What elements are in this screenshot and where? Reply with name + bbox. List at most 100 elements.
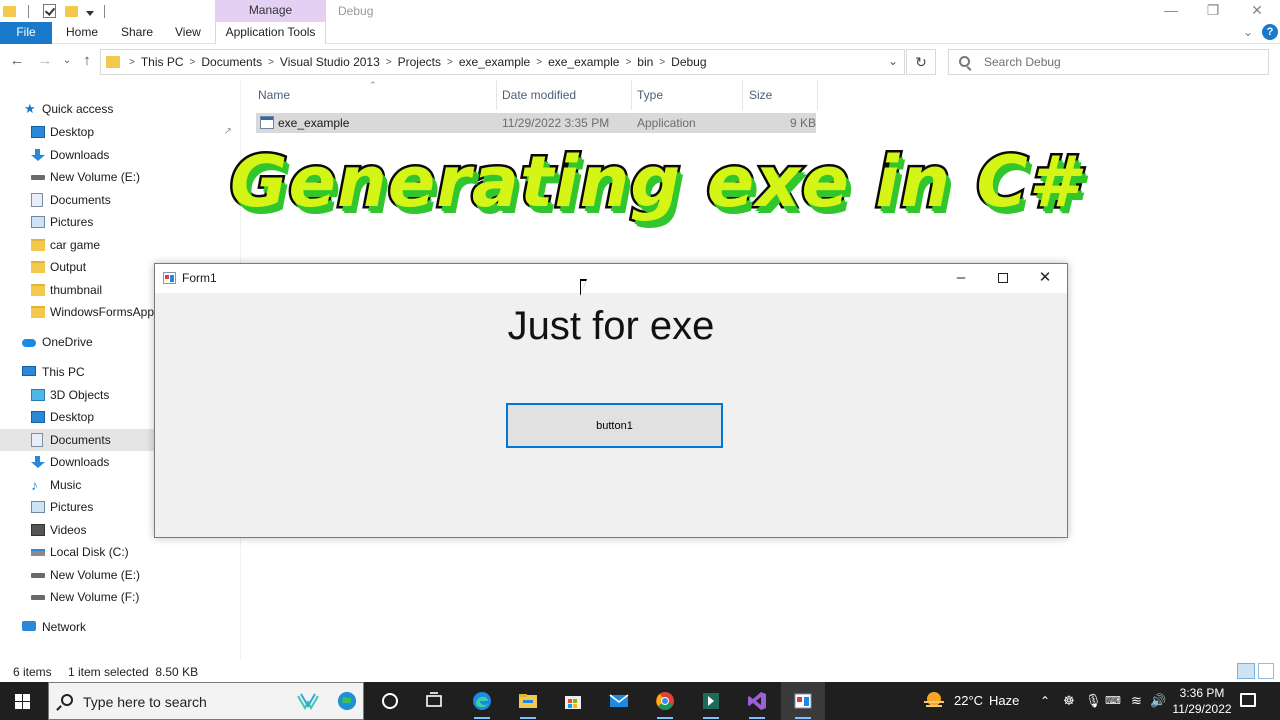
sidebar-item-new-volume-e[interactable]: New Volume (E:) <box>0 564 238 586</box>
separator <box>28 4 29 18</box>
breadcrumb-item[interactable]: exe_example <box>548 55 619 69</box>
input-indicator-icon[interactable]: ⌨ <box>1105 682 1121 720</box>
forward-arrow-icon[interactable]: → <box>36 53 54 69</box>
documents-icon <box>31 192 43 207</box>
search-input[interactable] <box>984 54 1254 70</box>
breadcrumb-item[interactable]: Debug <box>671 55 706 69</box>
refresh-button[interactable]: ↻ <box>906 49 936 75</box>
form1-maximize-button[interactable] <box>981 264 1025 293</box>
taskbar-mail[interactable] <box>597 682 641 720</box>
chevron-right-icon[interactable]: > <box>536 57 542 68</box>
expand-ribbon-icon[interactable]: ⌄ <box>1243 25 1253 39</box>
chevron-right-icon[interactable]: > <box>190 57 196 68</box>
address-bar[interactable]: > This PC > Documents > Visual Studio 2013 > P… <box>100 49 905 75</box>
properties-icon[interactable] <box>43 4 56 18</box>
chevron-right-icon[interactable]: > <box>386 57 392 68</box>
column-header-date[interactable]: Date modified <box>496 80 632 110</box>
taskbar-app-arrow[interactable] <box>689 682 733 720</box>
sidebar-item-network[interactable]: Network <box>0 616 238 638</box>
app-arrow-icon <box>703 693 719 709</box>
chevron-down-icon[interactable]: ⌄ <box>888 54 898 68</box>
taskbar-chrome[interactable] <box>643 682 687 720</box>
help-icon[interactable]: ? <box>1262 24 1278 40</box>
tab-file[interactable]: File <box>0 22 52 44</box>
sidebar-item-local-disk-c[interactable]: Local Disk (C:) <box>0 541 238 563</box>
form-icon <box>163 272 176 284</box>
recent-locations-chevron-icon[interactable]: ⌄ <box>58 53 76 69</box>
sidebar-item-downloads[interactable]: Downloads <box>0 144 238 166</box>
chevron-right-icon[interactable]: > <box>625 57 631 68</box>
chevron-right-icon[interactable]: > <box>447 57 453 68</box>
large-icons-view-icon[interactable] <box>1258 663 1274 679</box>
sidebar-item-label: Network <box>42 620 87 634</box>
window-title: Debug <box>338 4 374 18</box>
breadcrumb-item[interactable]: This PC <box>141 55 184 69</box>
navigation-bar: ← → ⌄ ↑ > This PC > Documents > Visual Studi… <box>0 45 1280 79</box>
pictures-icon <box>31 216 45 228</box>
tab-application-tools[interactable]: Application Tools <box>215 22 326 44</box>
volume-icon[interactable]: 🔊 <box>1150 682 1166 720</box>
notifications-icon[interactable] <box>1240 693 1256 707</box>
taskbar-search[interactable] <box>48 682 364 720</box>
taskbar-form1-app[interactable] <box>781 682 825 720</box>
microphone-icon[interactable]: 🎙 <box>1085 682 1102 720</box>
breadcrumb-item[interactable]: Documents <box>201 55 262 69</box>
sidebar-item-desktop[interactable]: Desktop ↗ <box>0 121 238 143</box>
new-folder-icon[interactable] <box>65 5 78 17</box>
search-box[interactable] <box>948 49 1269 75</box>
close-button[interactable]: ✕ <box>1234 0 1280 22</box>
weather-temperature[interactable]: 22°C <box>954 682 983 720</box>
taskbar-clock[interactable]: 3:36 PM 11/29/2022 <box>1170 685 1234 717</box>
chevron-right-icon[interactable]: > <box>268 57 274 68</box>
taskbar-store[interactable] <box>551 682 595 720</box>
taskbar-file-explorer[interactable] <box>506 682 550 720</box>
form1-close-button[interactable]: ✕ <box>1023 264 1067 293</box>
form1-titlebar[interactable]: Form1 – ✕ <box>155 264 1067 293</box>
tab-share[interactable]: Share <box>121 22 153 44</box>
column-header-name[interactable]: Name <box>252 80 497 110</box>
back-arrow-icon[interactable]: ← <box>8 53 26 69</box>
cortana-icon <box>382 693 398 709</box>
show-hidden-icons-chevron-icon[interactable]: ⌃ <box>1040 682 1050 720</box>
meet-now-icon[interactable]: ☸ <box>1063 682 1075 720</box>
cortana-button[interactable] <box>368 682 412 720</box>
table-row[interactable]: exe_example 11/29/2022 3:35 PM Applicati… <box>256 113 816 133</box>
start-button[interactable] <box>0 682 46 720</box>
contextual-tab-manage[interactable]: Manage <box>215 0 326 22</box>
sidebar-item-car-game[interactable]: car game <box>0 234 238 256</box>
sidebar-item-pictures[interactable]: Pictures <box>0 211 238 233</box>
status-bar: 6 items 1 item selected 8.50 KB <box>0 660 1280 682</box>
taskbar-visual-studio[interactable] <box>735 682 779 720</box>
sidebar-item-label: Music <box>50 477 82 492</box>
taskbar-search-input[interactable] <box>83 694 283 710</box>
column-header-size[interactable]: Size <box>743 80 818 110</box>
up-arrow-icon[interactable]: ↑ <box>78 53 96 69</box>
breadcrumb-item[interactable]: Visual Studio 2013 <box>280 55 380 69</box>
breadcrumb-item[interactable]: exe_example <box>459 55 530 69</box>
column-header-type[interactable]: Type <box>631 80 743 110</box>
minimize-button[interactable]: — <box>1148 0 1194 22</box>
taskbar-edge[interactable] <box>460 682 504 720</box>
tab-home[interactable]: Home <box>66 22 98 44</box>
sidebar-item-label: Downloads <box>50 147 110 162</box>
sidebar-item-label: Desktop <box>50 125 95 139</box>
computer-icon <box>22 366 36 376</box>
sidebar-item-documents[interactable]: Documents <box>0 189 238 211</box>
breadcrumb-item[interactable]: Projects <box>398 55 441 69</box>
customize-toolbar-icon[interactable] <box>86 10 94 16</box>
sidebar-item-quick-access[interactable]: ★ Quick access <box>0 98 238 120</box>
sidebar-item-new-volume-f[interactable]: New Volume (F:) <box>0 586 238 608</box>
weather-description[interactable]: Haze <box>989 682 1019 720</box>
documents-icon <box>31 432 43 447</box>
sidebar-item-new-volume-e[interactable]: New Volume (E:) <box>0 166 238 188</box>
restore-button[interactable]: ❐ <box>1190 0 1236 22</box>
folder-icon <box>31 283 45 296</box>
form1-minimize-button[interactable]: – <box>939 264 983 293</box>
task-view-button[interactable] <box>412 682 456 720</box>
chevron-right-icon[interactable]: > <box>659 57 665 68</box>
button1[interactable]: button1 <box>506 403 723 448</box>
tab-view[interactable]: View <box>175 22 201 44</box>
details-view-icon[interactable] <box>1237 663 1255 679</box>
wifi-icon[interactable]: ≋ <box>1131 682 1142 720</box>
breadcrumb-item[interactable]: bin <box>637 55 653 69</box>
